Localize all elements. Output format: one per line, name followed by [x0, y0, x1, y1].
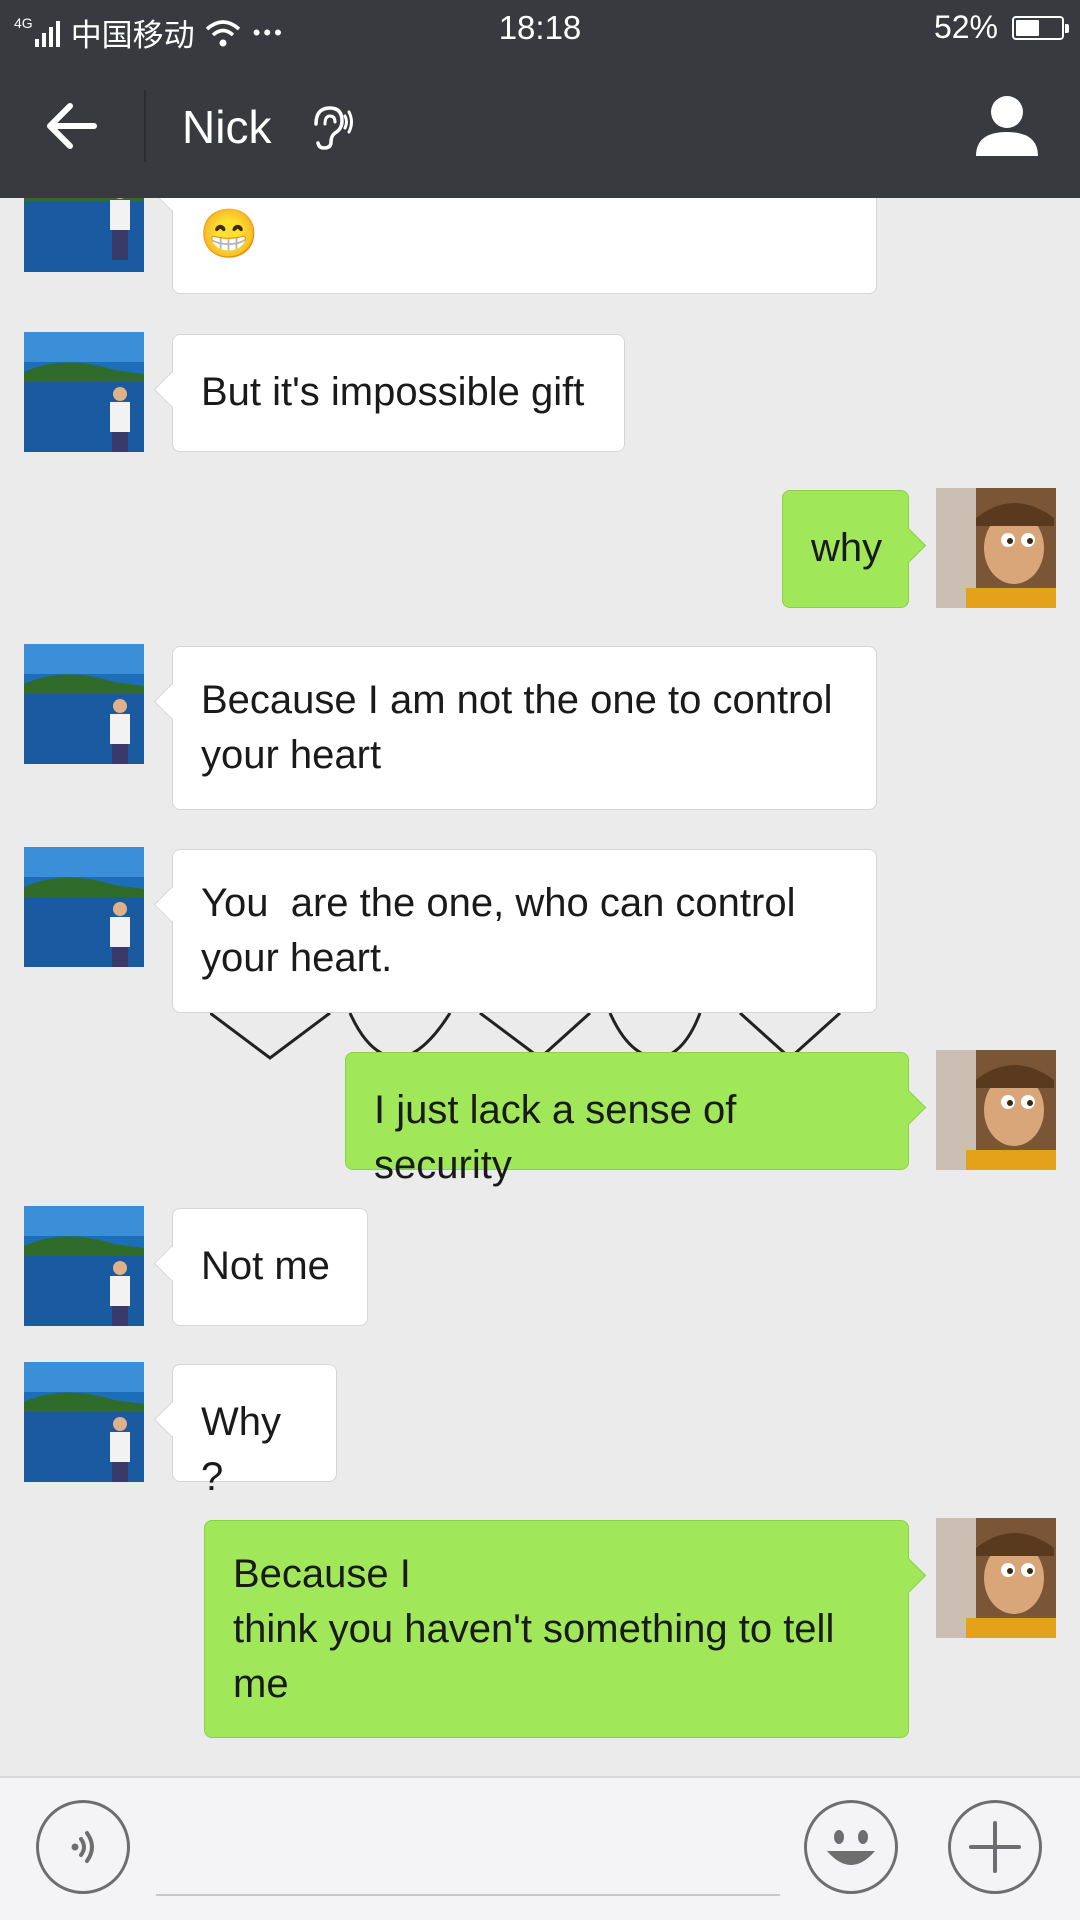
message-bubble-incoming[interactable]: But it's impossible gift: [172, 334, 625, 452]
battery-icon: [1012, 15, 1069, 40]
message-input[interactable]: [156, 1894, 780, 1896]
emoji-icon: [827, 1830, 875, 1865]
message-text: I just lack a sense of security: [374, 1088, 748, 1187]
battery-percent: 52%: [933, 9, 998, 45]
status-time: 18:18: [498, 9, 582, 46]
back-arrow-icon[interactable]: [44, 98, 100, 154]
message-bubble-incoming[interactable]: You are the one, who can control your he…: [172, 849, 877, 1013]
contact-avatar[interactable]: [24, 1362, 144, 1482]
status-bar: 4G 中国移动 ••• 18:18 52%: [0, 0, 1080, 54]
plus-icon: [969, 1821, 1021, 1873]
message-bubble-incoming[interactable]: Because I am not the one to control your…: [172, 646, 877, 810]
message-text: why: [811, 526, 883, 570]
my-avatar[interactable]: [936, 488, 1056, 608]
emoji-button[interactable]: [804, 1800, 898, 1894]
message-text: Why ?: [201, 1400, 293, 1499]
message-text: You are the one, who can control your he…: [201, 881, 796, 980]
voice-button[interactable]: [36, 1800, 130, 1894]
status-right: 52%: [933, 9, 1069, 46]
profile-icon[interactable]: [974, 94, 1040, 156]
message-bubble-outgoing[interactable]: I just lack a sense of security: [345, 1052, 909, 1187]
chat-header: Nick: [0, 54, 1080, 198]
my-avatar[interactable]: [936, 1050, 1056, 1170]
chat-title: Nick: [182, 101, 272, 153]
header-divider: [144, 90, 146, 162]
message-text: Because I think you haven't something to…: [233, 1552, 835, 1706]
contact-avatar[interactable]: [24, 198, 144, 272]
earpiece-icon[interactable]: [308, 104, 354, 150]
my-avatar[interactable]: [936, 1518, 1056, 1638]
input-bar: [0, 1776, 1080, 1920]
message-bubble-incoming[interactable]: Not me: [172, 1208, 368, 1326]
more-button[interactable]: [948, 1800, 1042, 1894]
message-text: But it's impossible gift: [201, 370, 585, 414]
contact-avatar[interactable]: [24, 1206, 144, 1326]
message-list[interactable]: 😁 But it's impossible gift why Because I…: [0, 198, 1080, 1776]
message-text: Because I am not the one to control your…: [201, 678, 833, 777]
contact-avatar[interactable]: [24, 847, 144, 967]
contact-avatar[interactable]: [24, 332, 144, 452]
message-bubble-incoming[interactable]: Why ?: [172, 1364, 337, 1499]
message-bubble-outgoing[interactable]: Because I think you haven't something to…: [204, 1520, 909, 1738]
voice-icon: [71, 1831, 94, 1863]
contact-avatar[interactable]: [24, 644, 144, 764]
message-bubble-outgoing[interactable]: why: [782, 490, 909, 608]
message-text: Not me: [201, 1244, 330, 1288]
grin-emoji: 😁: [199, 208, 259, 261]
message-bubble-incoming[interactable]: 😁: [172, 198, 877, 294]
